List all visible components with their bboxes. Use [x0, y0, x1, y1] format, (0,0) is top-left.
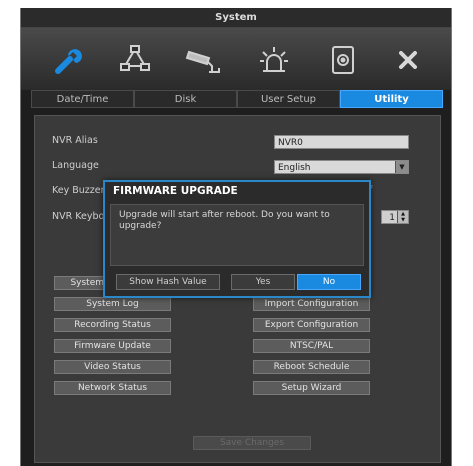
tab-bar: Date/Time Disk User Setup Utility [31, 90, 443, 110]
alarm-light-icon[interactable] [254, 40, 294, 80]
yes-button[interactable]: Yes [231, 274, 295, 290]
firmware-update-button[interactable]: Firmware Update [54, 339, 171, 353]
keyboard-value: 1 [389, 213, 395, 223]
disk-icon[interactable] [323, 40, 363, 80]
language-label: Language [52, 160, 99, 171]
window-title: System [21, 8, 451, 28]
keyboard-label: NVR Keybo [52, 211, 105, 222]
alias-label: NVR Alias [52, 135, 98, 146]
language-value: English [278, 163, 311, 173]
tab-disk[interactable]: Disk [134, 90, 237, 108]
toolbar [21, 28, 451, 90]
ntsc-pal-button[interactable]: NTSC/PAL [253, 339, 370, 353]
network-status-button[interactable]: Network Status [54, 381, 171, 395]
stepper-arrows-icon[interactable]: ▲ ▼ [397, 211, 408, 223]
setup-wizard-button[interactable]: Setup Wizard [253, 381, 370, 395]
system-log-button[interactable]: System Log [54, 297, 171, 311]
export-configuration-button[interactable]: Export Configuration [253, 318, 370, 332]
keyboard-stepper[interactable]: 1 ▲ ▼ [381, 210, 409, 224]
close-icon[interactable] [388, 40, 428, 80]
key-buzzer-label: Key Buzzer [52, 185, 105, 196]
dialog-title: FIRMWARE UPGRADE [113, 185, 238, 197]
language-select[interactable]: English ▼ [274, 160, 409, 174]
no-button[interactable]: No [297, 274, 361, 290]
dialog-message: Upgrade will start after reboot. Do you … [110, 204, 364, 266]
tab-date-time[interactable]: Date/Time [31, 90, 134, 108]
show-hash-value-button[interactable]: Show Hash Value [116, 274, 220, 290]
tab-user-setup[interactable]: User Setup [237, 90, 340, 108]
video-status-button[interactable]: Video Status [54, 360, 171, 374]
save-changes-button[interactable]: Save Changes [193, 436, 311, 450]
tab-utility[interactable]: Utility [340, 90, 443, 108]
network-icon[interactable] [115, 40, 155, 80]
camera-icon[interactable] [183, 40, 223, 80]
firmware-upgrade-dialog: FIRMWARE UPGRADE Upgrade will start afte… [103, 180, 371, 298]
alias-input[interactable]: NVR0 [274, 135, 409, 149]
wrench-icon[interactable] [49, 40, 89, 80]
chevron-down-icon[interactable]: ▼ [395, 161, 408, 173]
import-configuration-button[interactable]: Import Configuration [253, 297, 370, 311]
reboot-schedule-button[interactable]: Reboot Schedule [253, 360, 370, 374]
recording-status-button[interactable]: Recording Status [54, 318, 171, 332]
